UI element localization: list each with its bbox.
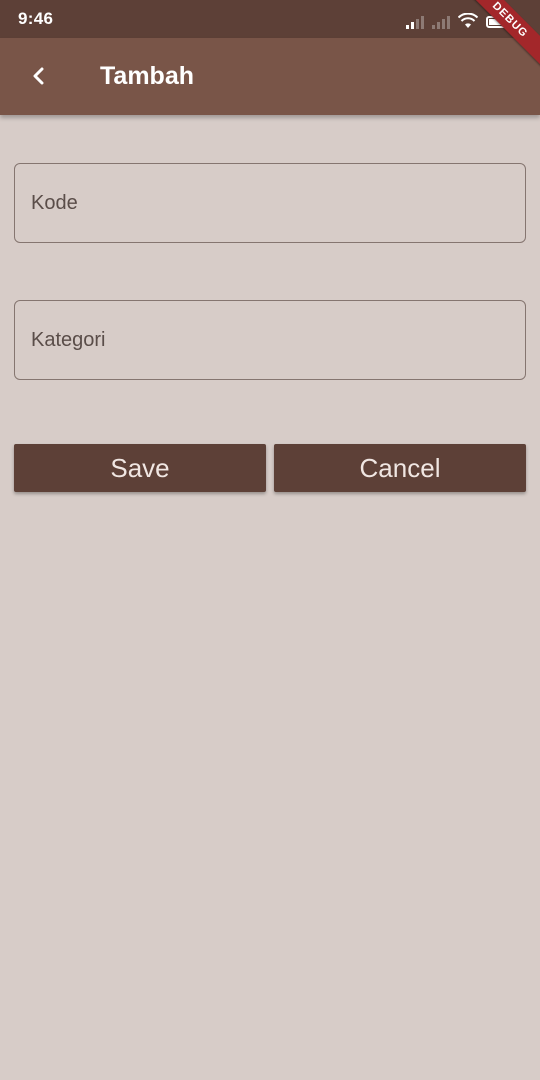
status-time: 9:46 [18, 9, 54, 28]
kategori-input[interactable] [15, 301, 525, 379]
kode-input[interactable] [15, 164, 525, 242]
back-button[interactable] [14, 52, 62, 100]
wifi-icon [458, 13, 478, 29]
signal-icon [406, 15, 424, 29]
kode-field[interactable] [14, 163, 526, 243]
page-title: Tambah [100, 62, 194, 90]
status-bar: 9:46 [0, 0, 540, 38]
chevron-left-icon [33, 67, 44, 85]
app-bar: Tambah [0, 38, 540, 115]
save-button[interactable]: Save [14, 444, 266, 492]
signal-icon-secondary [432, 15, 450, 29]
cancel-button[interactable]: Cancel [274, 444, 526, 492]
kategori-field[interactable] [14, 300, 526, 380]
